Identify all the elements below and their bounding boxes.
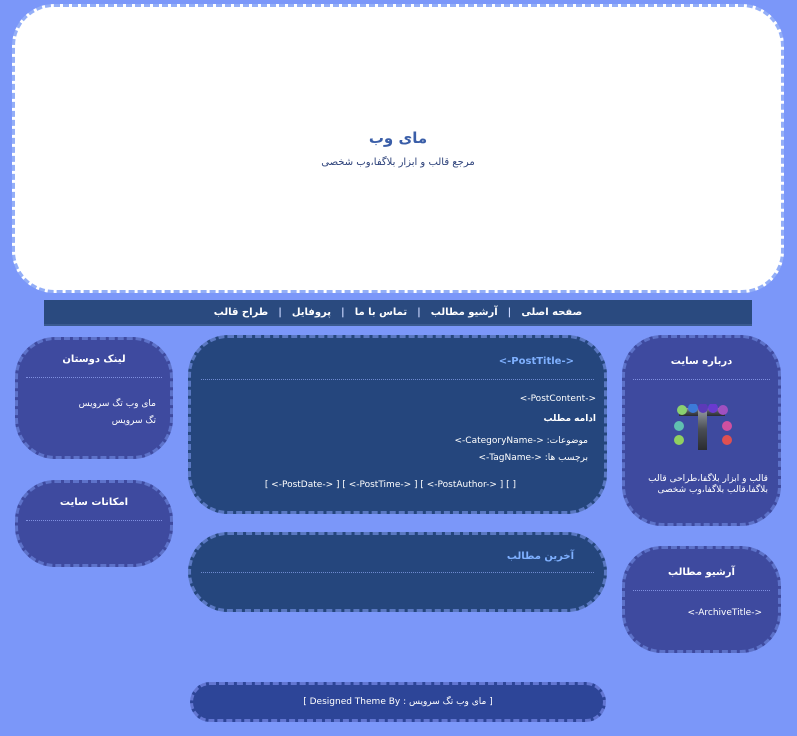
- about-box: درباره سایت قالب و ابزار بلاگفا،طراحى قا…: [622, 335, 781, 526]
- post-title[interactable]: <-PostTitle->: [499, 356, 574, 367]
- site-header: ماى وب مرجع قالب و ابزار بلاگفا،وب شخصى: [12, 4, 784, 293]
- nav-profile[interactable]: پروفایل: [292, 307, 331, 318]
- friend-link[interactable]: تگ سرویس: [79, 413, 156, 430]
- archive-item[interactable]: <-ArchiveTitle->: [687, 608, 762, 618]
- site-description: مرجع قالب و ابزار بلاگفا،وب شخصى: [321, 157, 475, 168]
- title-divider: [26, 520, 162, 521]
- title-divider: [26, 377, 162, 378]
- archive-title: آرشیو مطالب: [668, 567, 735, 578]
- nav-designer[interactable]: طراح قالب: [214, 307, 268, 318]
- title-divider: [201, 572, 594, 573]
- archive-box: آرشیو مطالب <-ArchiveTitle->: [622, 546, 781, 653]
- site-features-title: امکانات سایت: [59, 497, 129, 508]
- post-content: <-PostContent->: [519, 394, 596, 404]
- main-navigation: صفحه اصلی | آرشیو مطالب | تماس با ما | پ…: [44, 300, 752, 326]
- post-categories[interactable]: موضوعات: <-CategoryName->: [455, 436, 589, 446]
- post-meta: [ <-PostDate-> ] [ <-PostTime-> ] [ <-Po…: [264, 480, 516, 490]
- friends-links-title: لینک دوستان: [62, 354, 126, 365]
- latest-posts-box: آخرین مطالب: [188, 532, 607, 612]
- nav-contact[interactable]: تماس با ما: [355, 307, 407, 318]
- footer: [ Designed Theme By : مای وب تگ سرویس ]: [190, 682, 606, 722]
- nav-separator: |: [507, 306, 512, 318]
- latest-posts-title[interactable]: آخرین مطالب: [507, 551, 574, 562]
- title-divider: [201, 379, 594, 380]
- title-divider: [633, 379, 770, 380]
- friend-link[interactable]: مای وب تگ سرویس: [79, 396, 156, 413]
- nav-home[interactable]: صفحه اصلی: [521, 307, 582, 318]
- about-title: درباره سایت: [670, 356, 733, 367]
- post-box: <-PostTitle-> <-PostContent-> ادامه مطلب…: [188, 335, 607, 514]
- friends-links-box: لینک دوستان مای وب تگ سرویس تگ سرویس: [15, 337, 173, 459]
- tag-service-logo-icon: [674, 404, 732, 450]
- title-divider: [633, 590, 770, 591]
- footer-credit[interactable]: [ Designed Theme By : مای وب تگ سرویس ]: [303, 697, 493, 707]
- nav-separator: |: [278, 306, 282, 318]
- site-title[interactable]: ماى وب: [15, 129, 781, 147]
- nav-separator: |: [417, 306, 421, 318]
- nav-separator: |: [341, 306, 345, 318]
- about-text: قالب و ابزار بلاگفا،طراحى قالب بلاگفا،قا…: [648, 474, 768, 495]
- site-features-box: امکانات سایت: [15, 480, 173, 567]
- post-tags[interactable]: برچسب ها: <-TagName->: [478, 453, 588, 463]
- read-more-link[interactable]: ادامه مطلب: [544, 414, 597, 424]
- nav-archive[interactable]: آرشیو مطالب: [431, 307, 498, 318]
